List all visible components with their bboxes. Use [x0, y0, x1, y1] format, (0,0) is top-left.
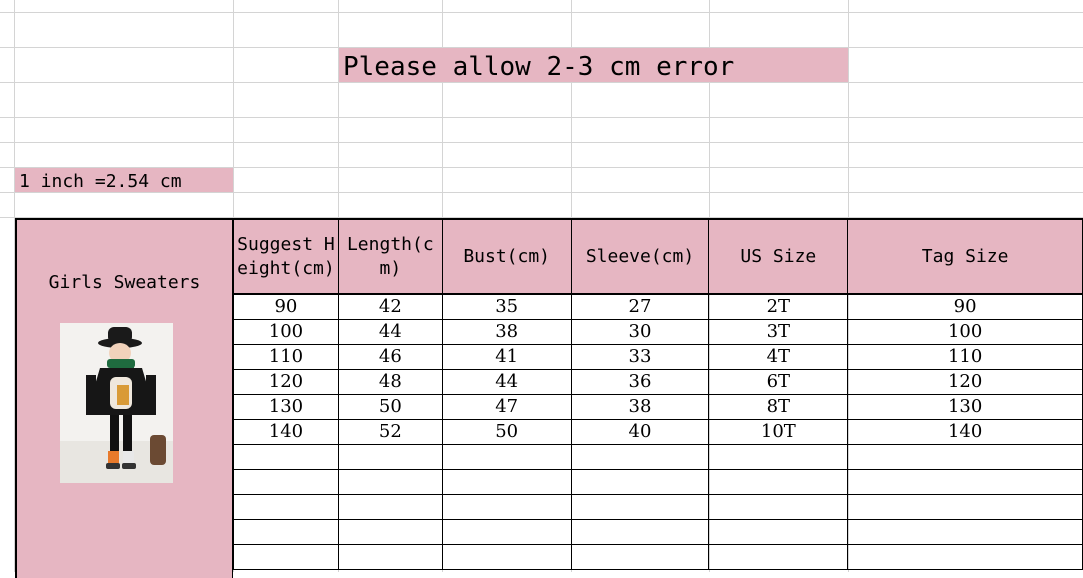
table-cell[interactable]: 44: [337, 319, 443, 345]
table-cell[interactable]: 120: [233, 369, 339, 395]
table-cell[interactable]: [570, 519, 710, 545]
table-cell[interactable]: [233, 469, 339, 495]
table-cell[interactable]: [441, 544, 572, 570]
table-cell[interactable]: [337, 444, 443, 470]
table-cell[interactable]: [847, 469, 1083, 495]
table-cell[interactable]: 130: [233, 394, 339, 420]
table-cell[interactable]: 52: [337, 419, 443, 445]
table-cell[interactable]: [441, 469, 572, 495]
table-cell[interactable]: [847, 544, 1083, 570]
table-cell[interactable]: [233, 519, 339, 545]
table-cell[interactable]: 100: [847, 319, 1083, 345]
table-row: 130 50 47 38 8T 130: [233, 394, 1083, 420]
table-cell[interactable]: 110: [847, 344, 1083, 370]
header-suggest-height: Suggest Height(cm): [233, 218, 339, 295]
table-cell[interactable]: [570, 494, 710, 520]
table-cell[interactable]: [708, 469, 849, 495]
table-cell[interactable]: [847, 494, 1083, 520]
table-cell[interactable]: [233, 544, 339, 570]
table-cell[interactable]: 140: [233, 419, 339, 445]
table-cell[interactable]: 30: [570, 319, 710, 345]
table-cell[interactable]: [570, 444, 710, 470]
header-length: Length(cm): [337, 218, 443, 295]
table-cell[interactable]: [708, 519, 849, 545]
table-cell[interactable]: 130: [847, 394, 1083, 420]
table-row: [233, 544, 1083, 570]
table-cell[interactable]: [570, 469, 710, 495]
header-us-size: US Size: [708, 218, 849, 295]
table-cell[interactable]: 42: [337, 293, 443, 320]
table-cell[interactable]: [337, 544, 443, 570]
table-row: [233, 494, 1083, 520]
table-cell[interactable]: [441, 444, 572, 470]
table-cell[interactable]: [847, 519, 1083, 545]
table-cell[interactable]: [337, 494, 443, 520]
table-header-row: Suggest Height(cm) Length(cm) Bust(cm) S…: [233, 218, 1083, 295]
table-cell[interactable]: 4T: [708, 344, 849, 370]
header-tag-size: Tag Size: [847, 218, 1083, 295]
table-row: [233, 519, 1083, 545]
table-cell[interactable]: 3T: [708, 319, 849, 345]
table-cell[interactable]: 47: [441, 394, 572, 420]
table-cell[interactable]: 48: [337, 369, 443, 395]
table-row: 120 48 44 36 6T 120: [233, 369, 1083, 395]
table-cell[interactable]: 110: [233, 344, 339, 370]
table-cell[interactable]: [337, 469, 443, 495]
table-cell[interactable]: 27: [570, 293, 710, 320]
product-photo: [60, 323, 173, 483]
table-cell[interactable]: 35: [441, 293, 572, 320]
table-row: [233, 444, 1083, 470]
table-cell[interactable]: 38: [441, 319, 572, 345]
table-cell[interactable]: [233, 494, 339, 520]
table-row: 110 46 41 33 4T 110: [233, 344, 1083, 370]
table-row: 100 44 38 30 3T 100: [233, 319, 1083, 345]
product-title: Girls Sweaters: [48, 272, 201, 293]
table-cell[interactable]: [708, 544, 849, 570]
header-bust: Bust(cm): [441, 218, 572, 295]
inch-conversion-note: 1 inch =2.54 cm: [15, 168, 233, 192]
table-cell[interactable]: 120: [847, 369, 1083, 395]
product-panel: Girls Sweaters: [15, 218, 233, 578]
table-cell[interactable]: 50: [441, 419, 572, 445]
table-row: 90 42 35 27 2T 90: [233, 293, 1083, 320]
table-cell[interactable]: 38: [570, 394, 710, 420]
table-cell[interactable]: 44: [441, 369, 572, 395]
table-cell[interactable]: [570, 544, 710, 570]
size-chart-table: Suggest Height(cm) Length(cm) Bust(cm) S…: [233, 218, 1083, 570]
table-cell[interactable]: [708, 494, 849, 520]
table-cell[interactable]: 50: [337, 394, 443, 420]
table-row: 140 52 50 40 10T 140: [233, 419, 1083, 445]
table-cell[interactable]: 46: [337, 344, 443, 370]
table-cell[interactable]: 6T: [708, 369, 849, 395]
table-cell[interactable]: [847, 444, 1083, 470]
error-tolerance-banner: Please allow 2-3 cm error: [339, 48, 848, 82]
table-cell[interactable]: 40: [570, 419, 710, 445]
table-cell[interactable]: 36: [570, 369, 710, 395]
table-cell[interactable]: 10T: [708, 419, 849, 445]
table-cell[interactable]: [441, 519, 572, 545]
table-cell[interactable]: [441, 494, 572, 520]
table-cell[interactable]: 140: [847, 419, 1083, 445]
table-cell[interactable]: 8T: [708, 394, 849, 420]
table-cell[interactable]: 100: [233, 319, 339, 345]
table-row: [233, 469, 1083, 495]
table-cell[interactable]: 33: [570, 344, 710, 370]
table-cell[interactable]: [233, 444, 339, 470]
table-cell[interactable]: [337, 519, 443, 545]
header-sleeve: Sleeve(cm): [570, 218, 710, 295]
table-cell[interactable]: [708, 444, 849, 470]
table-cell[interactable]: 41: [441, 344, 572, 370]
table-cell[interactable]: 2T: [708, 293, 849, 320]
table-cell[interactable]: 90: [233, 293, 339, 320]
table-cell[interactable]: 90: [847, 293, 1083, 320]
